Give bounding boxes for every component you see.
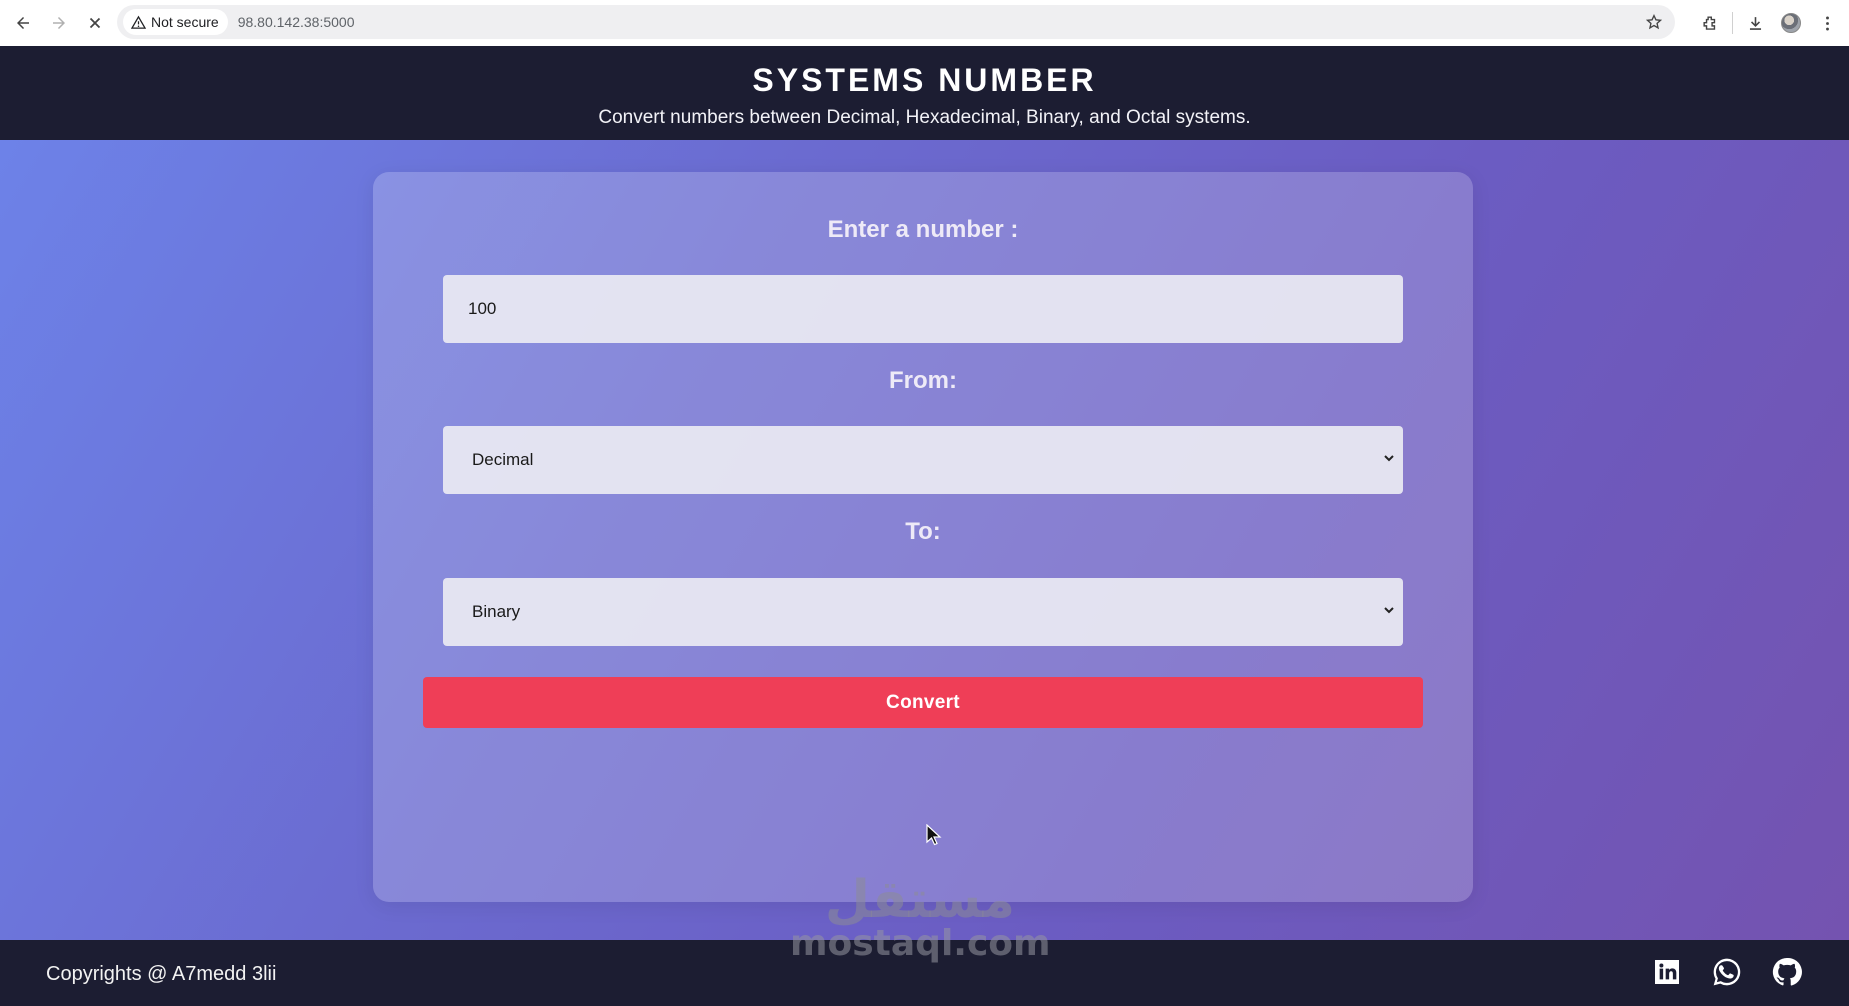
- download-button[interactable]: [1737, 5, 1773, 41]
- mouse-cursor-icon: [926, 824, 942, 846]
- forward-button[interactable]: [42, 6, 76, 40]
- linkedin-icon[interactable]: [1651, 956, 1683, 988]
- security-chip[interactable]: Not secure: [123, 9, 228, 35]
- page-title: SYSTEMS NUMBER: [752, 62, 1097, 98]
- toolbar-separator: [1732, 12, 1733, 34]
- forward-icon: [53, 17, 65, 29]
- profile-icon: [1781, 13, 1801, 33]
- extensions-icon: [1702, 15, 1715, 30]
- stop-icon: [89, 17, 101, 29]
- app-header: SYSTEMS NUMBER Convert numbers between D…: [0, 46, 1849, 140]
- from-label: From:: [889, 367, 957, 394]
- toolbar-right: [1692, 0, 1849, 46]
- number-input-value: 100: [468, 299, 497, 318]
- to-label: To:: [905, 518, 941, 545]
- address-bar[interactable]: Not secure 98.80.142.38:5000: [117, 5, 1675, 39]
- watermark: مستقل mostaql.com: [790, 870, 1051, 980]
- to-select[interactable]: Binary: [443, 578, 1403, 646]
- menu-icon: [1825, 16, 1829, 30]
- number-input[interactable]: 100: [443, 275, 1403, 343]
- back-button[interactable]: [6, 6, 40, 40]
- social-links: [1651, 956, 1803, 988]
- warning-icon: [131, 15, 146, 29]
- menu-button[interactable]: [1809, 5, 1845, 41]
- convert-button[interactable]: Convert: [423, 677, 1423, 728]
- main-area: Enter a number : 100 From: Decimal To: B…: [0, 140, 1849, 940]
- extensions-button[interactable]: [1692, 5, 1728, 41]
- security-label: Not secure: [151, 14, 219, 30]
- converter-card: Enter a number : 100 From: Decimal To: B…: [373, 172, 1473, 902]
- copyright-text: Copyrights @ A7medd 3lii: [46, 963, 277, 985]
- github-icon[interactable]: [1771, 956, 1803, 988]
- chevron-down-icon: [1384, 607, 1394, 614]
- star-icon[interactable]: [1645, 13, 1663, 31]
- watermark-site: mostaql.com: [790, 923, 1051, 964]
- from-select[interactable]: Decimal: [443, 426, 1403, 494]
- back-icon: [17, 17, 29, 29]
- stop-button[interactable]: [78, 6, 112, 40]
- to-select-value: Binary: [472, 602, 521, 621]
- profile-button[interactable]: [1773, 5, 1809, 41]
- page-subtitle: Convert numbers between Decimal, Hexadec…: [598, 107, 1251, 128]
- from-select-value: Decimal: [472, 450, 534, 469]
- watermark-logo: مستقل: [824, 870, 1016, 930]
- browser-toolbar: Not secure 98.80.142.38:5000: [0, 0, 1849, 46]
- download-icon: [1749, 16, 1761, 30]
- url-text[interactable]: 98.80.142.38:5000: [238, 14, 355, 30]
- whatsapp-icon[interactable]: [1711, 956, 1743, 988]
- chevron-down-icon: [1384, 455, 1394, 462]
- number-label: Enter a number :: [827, 216, 1019, 243]
